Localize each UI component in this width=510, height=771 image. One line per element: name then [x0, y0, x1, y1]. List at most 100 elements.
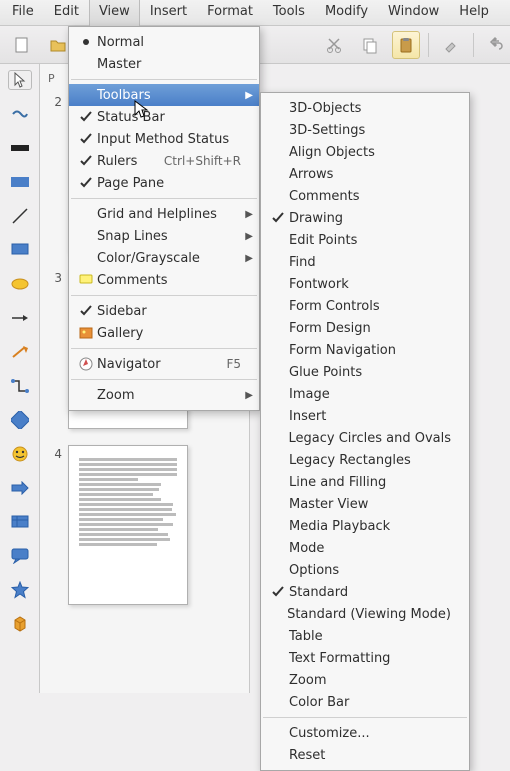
toolbar-item-edit-points[interactable]: Edit Points — [261, 229, 469, 251]
basic-shapes-tool[interactable] — [8, 410, 32, 430]
menubar: FileEditViewInsertFormatToolsModifyWindo… — [0, 0, 510, 26]
menu-label: Options — [289, 563, 451, 578]
toolbar-item-standard-viewing-mode-[interactable]: Standard (Viewing Mode) — [261, 603, 469, 625]
cut-button[interactable] — [320, 31, 348, 59]
view-item-navigator[interactable]: NavigatorF5 — [69, 353, 259, 375]
menu-gutter — [267, 586, 289, 598]
toolbar-item-color-bar[interactable]: Color Bar — [261, 691, 469, 713]
star-tool[interactable] — [8, 580, 32, 600]
menubar-item-modify[interactable]: Modify — [315, 0, 378, 26]
fill-tool[interactable] — [8, 138, 32, 158]
toolbar-item-form-controls[interactable]: Form Controls — [261, 295, 469, 317]
view-item-zoom[interactable]: Zoom▶ — [69, 384, 259, 406]
view-item-master[interactable]: Master — [69, 53, 259, 75]
curve-tool[interactable] — [8, 342, 32, 362]
menubar-item-tools[interactable]: Tools — [263, 0, 315, 26]
paste-button[interactable] — [392, 31, 420, 59]
view-item-gallery[interactable]: Gallery — [69, 322, 259, 344]
menubar-item-view[interactable]: View — [89, 0, 140, 26]
select-tool[interactable] — [8, 70, 32, 90]
toolbar-item-options[interactable]: Options — [261, 559, 469, 581]
toolbar-item-reset[interactable]: Reset — [261, 744, 469, 766]
arrow-tool[interactable] — [8, 308, 32, 328]
menu-label: Gallery — [97, 326, 241, 341]
view-item-toolbars[interactable]: Toolbars▶ — [69, 84, 259, 106]
view-item-normal[interactable]: Normal — [69, 31, 259, 53]
callout-tool[interactable] — [8, 546, 32, 566]
view-item-status-bar[interactable]: Status Bar — [69, 106, 259, 128]
toolbar-item-form-navigation[interactable]: Form Navigation — [261, 339, 469, 361]
menu-label: 3D-Objects — [289, 101, 451, 116]
menu-separator — [71, 379, 257, 380]
spray-tool[interactable] — [8, 104, 32, 124]
toolbar-item-glue-points[interactable]: Glue Points — [261, 361, 469, 383]
menu-separator — [263, 717, 467, 718]
toolbar-item-3d-settings[interactable]: 3D-Settings — [261, 119, 469, 141]
view-item-snap-lines[interactable]: Snap Lines ▶ — [69, 225, 259, 247]
menubar-item-insert[interactable]: Insert — [140, 0, 197, 26]
toolbar-item-mode[interactable]: Mode — [261, 537, 469, 559]
menu-label: Input Method Status — [97, 132, 241, 147]
submenu-arrow-icon: ▶ — [245, 231, 253, 242]
toolbar-item-image[interactable]: Image — [261, 383, 469, 405]
view-item-grid-and-helplines[interactable]: Grid and Helplines▶ — [69, 203, 259, 225]
format-paintbrush-button[interactable] — [437, 31, 465, 59]
symbol-shapes-tool[interactable] — [8, 444, 32, 464]
menu-label: Color/Grayscale — [97, 251, 241, 266]
menubar-item-window[interactable]: Window — [378, 0, 449, 26]
toolbar-item-arrows[interactable]: Arrows — [261, 163, 469, 185]
menubar-item-format[interactable]: Format — [197, 0, 263, 26]
view-item-sidebar[interactable]: Sidebar — [69, 300, 259, 322]
menubar-item-file[interactable]: File — [2, 0, 44, 26]
toolbar-item-legacy-rectangles[interactable]: Legacy Rectangles — [261, 449, 469, 471]
undo-button[interactable] — [482, 31, 510, 59]
gradient-tool[interactable] — [8, 172, 32, 192]
toolbar-item-3d-objects[interactable]: 3D-Objects — [261, 97, 469, 119]
toolbar-item-line-and-filling[interactable]: Line and Filling — [261, 471, 469, 493]
toolbar-item-text-formatting[interactable]: Text Formatting — [261, 647, 469, 669]
toolbar-item-legacy-circles-and-ovals[interactable]: Legacy Circles and Ovals — [261, 427, 469, 449]
3d-tool[interactable] — [8, 614, 32, 634]
connector-tool[interactable] — [8, 376, 32, 396]
thumb-number: 2 — [48, 93, 62, 253]
ellipse-tool[interactable] — [8, 274, 32, 294]
block-arrows-tool[interactable] — [8, 478, 32, 498]
menubar-item-edit[interactable]: Edit — [44, 0, 89, 26]
check-icon — [75, 155, 97, 167]
toolbar-item-form-design[interactable]: Form Design — [261, 317, 469, 339]
view-item-rulers[interactable]: RulersCtrl+Shift+R — [69, 150, 259, 172]
toolbar-item-media-playback[interactable]: Media Playback — [261, 515, 469, 537]
menu-label: Image — [289, 387, 451, 402]
toolbar-item-align-objects[interactable]: Align Objects — [261, 141, 469, 163]
line-tool[interactable] — [8, 206, 32, 226]
menu-label: Master View — [289, 497, 451, 512]
menubar-item-help[interactable]: Help — [449, 0, 499, 26]
rectangle-tool[interactable] — [8, 240, 32, 260]
toolbar-item-standard[interactable]: Standard — [261, 581, 469, 603]
view-item-page-pane[interactable]: Page Pane — [69, 172, 259, 194]
toolbar-item-comments[interactable]: Comments — [261, 185, 469, 207]
view-item-color-grayscale[interactable]: Color/Grayscale ▶ — [69, 247, 259, 269]
menu-label: Zoom — [289, 673, 451, 688]
flowchart-tool[interactable] — [8, 512, 32, 532]
toolbar-item-table[interactable]: Table — [261, 625, 469, 647]
menu-label: Snap Lines — [97, 229, 241, 244]
toolbar-item-customize-[interactable]: Customize... — [261, 722, 469, 744]
view-item-comments[interactable]: Comments — [69, 269, 259, 291]
menu-label: Comments — [97, 273, 241, 288]
page-thumb[interactable]: 4 — [48, 445, 241, 605]
menu-label: Color Bar — [289, 695, 451, 710]
toolbar-item-fontwork[interactable]: Fontwork — [261, 273, 469, 295]
toolbar-item-drawing[interactable]: Drawing — [261, 207, 469, 229]
toolbar-item-find[interactable]: Find — [261, 251, 469, 273]
toolbar-item-zoom[interactable]: Zoom — [261, 669, 469, 691]
toolbar-item-master-view[interactable]: Master View — [261, 493, 469, 515]
menu-label: Grid and Helplines — [97, 207, 241, 222]
menu-label: Table — [289, 629, 451, 644]
view-item-input-method-status[interactable]: Input Method Status — [69, 128, 259, 150]
submenu-arrow-icon: ▶ — [245, 253, 253, 264]
new-button[interactable] — [8, 31, 36, 59]
copy-button[interactable] — [356, 31, 384, 59]
toolbar-item-insert[interactable]: Insert — [261, 405, 469, 427]
menu-label: Line and Filling — [289, 475, 451, 490]
